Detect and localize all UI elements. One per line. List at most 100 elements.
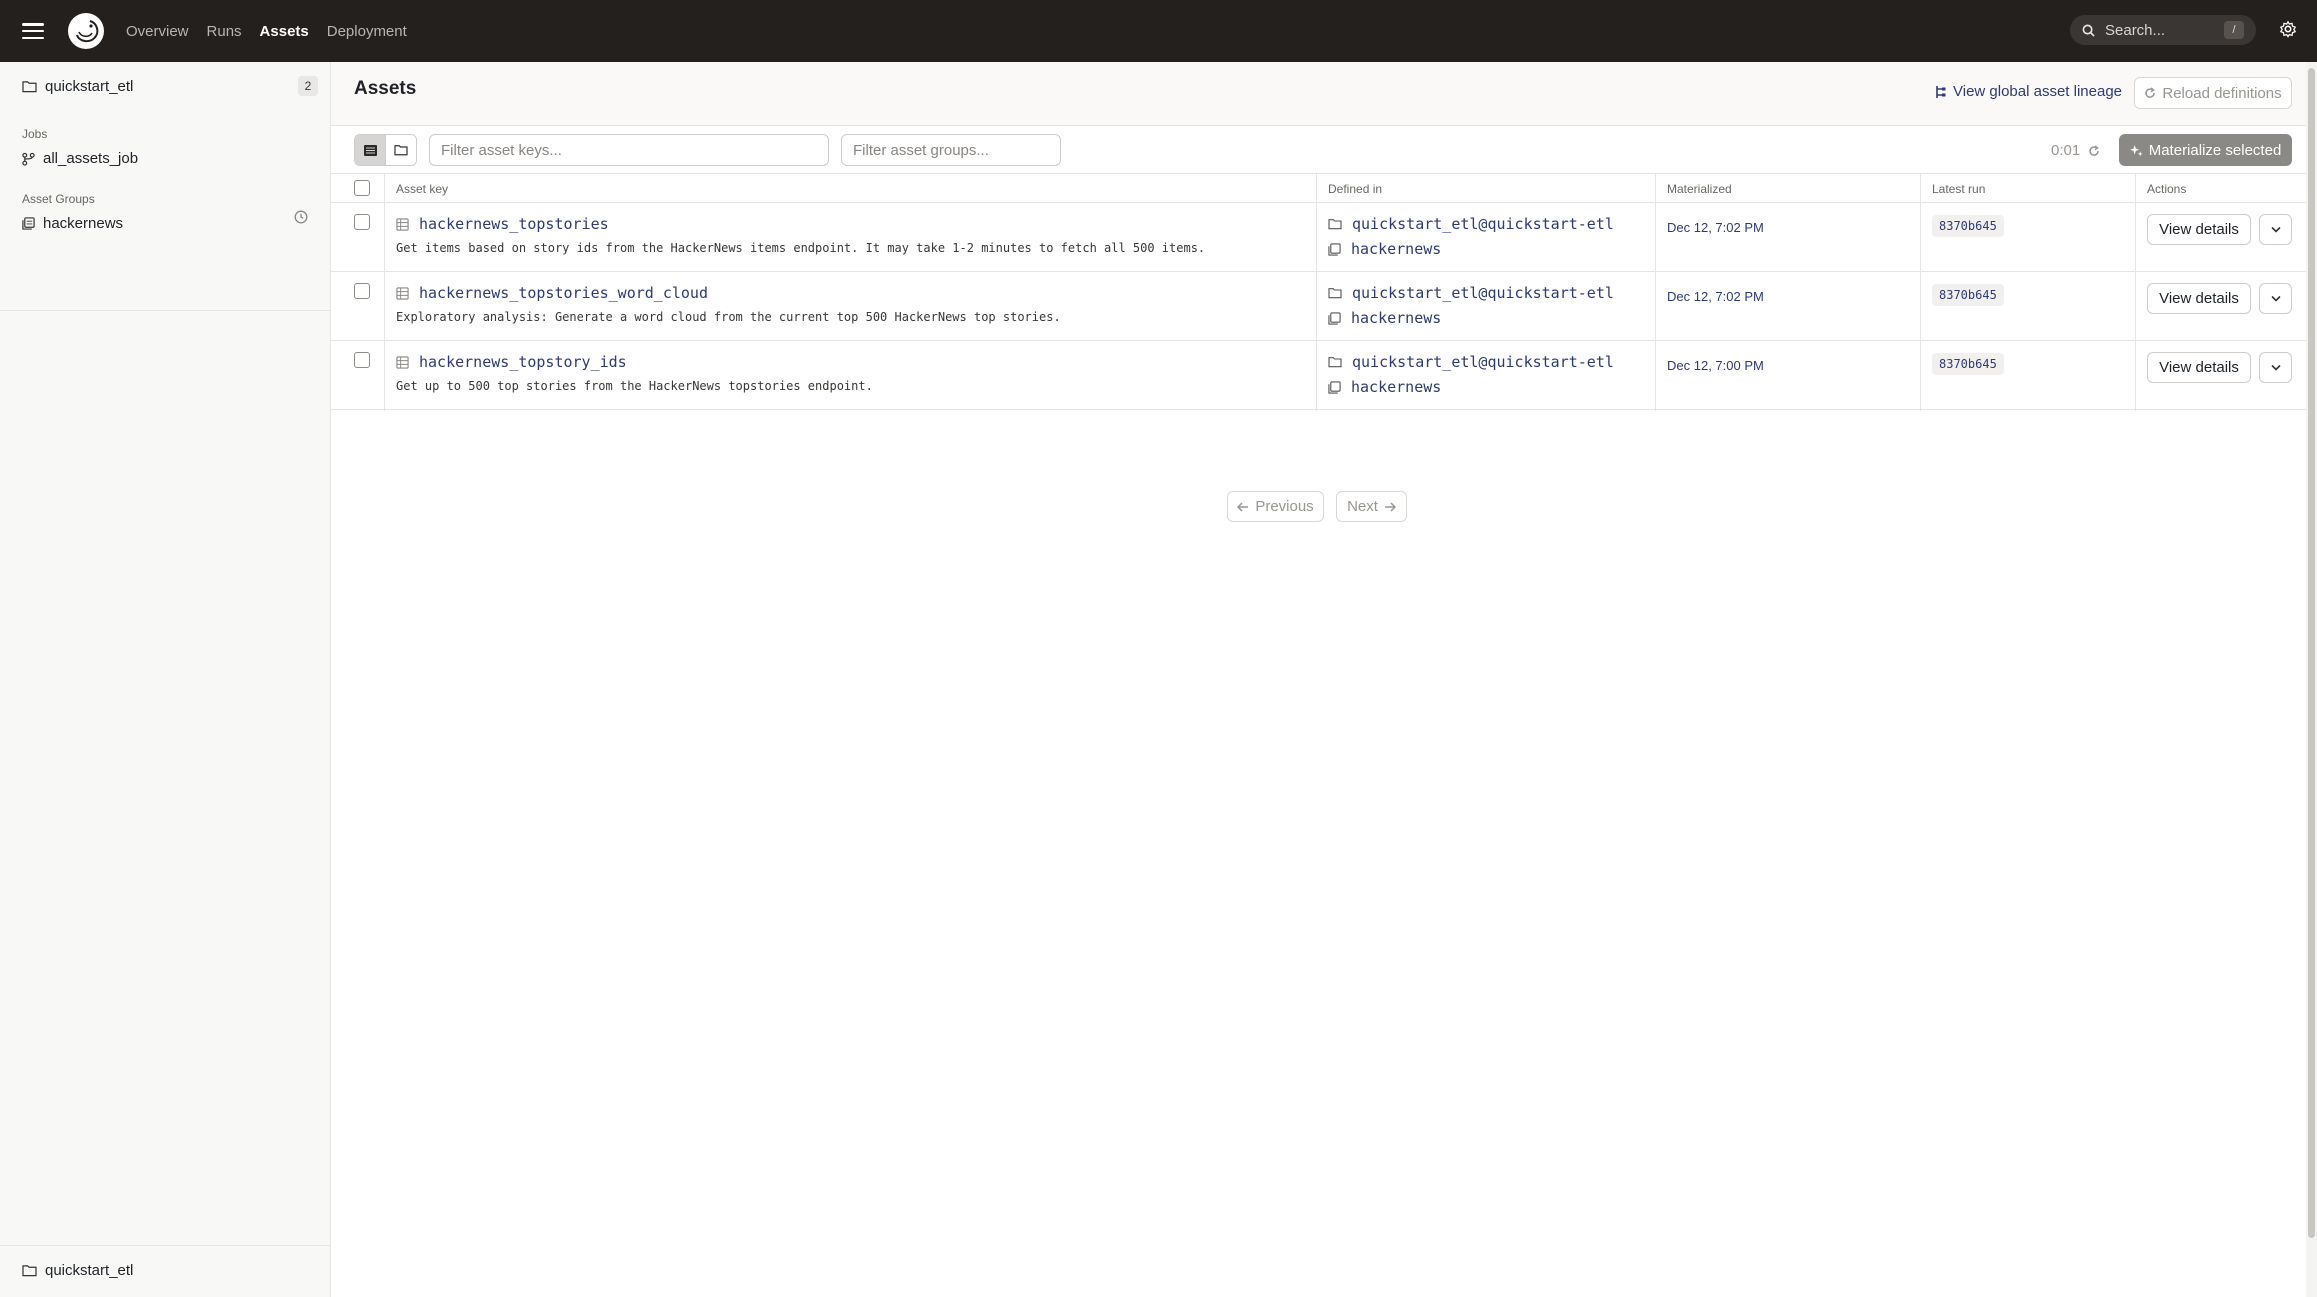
latest-run-tag[interactable]: 8370b645 [1932,353,2004,375]
nav-runs[interactable]: Runs [207,23,242,40]
table-header: Asset key Defined in Materialized Latest… [331,173,2306,203]
defined-in-group-text: hackernews [1351,240,1442,258]
sidebar-footer-repo[interactable]: quickstart_etl [22,1262,133,1279]
sidebar-item-hackernews[interactable]: hackernews [22,215,123,232]
page-scrollbar[interactable] [2306,62,2317,1297]
reload-definitions-button[interactable]: Reload definitions [2134,77,2292,109]
page-title: Assets [354,78,417,99]
row-checkbox[interactable] [354,214,370,230]
page-header: Assets View global asset lineage Reload … [331,62,2306,126]
sidebar-job-label: all_assets_job [43,150,139,167]
gear-icon[interactable] [2279,20,2297,38]
defined-in-repo-text: quickstart_etl@quickstart-etl [1352,284,1614,302]
nav-assets[interactable]: Assets [260,23,309,40]
latest-run-tag[interactable]: 8370b645 [1932,215,2004,237]
row-actions-dropdown[interactable] [2259,214,2292,245]
view-details-button[interactable]: View details [2147,214,2251,245]
asset-table-icon [396,286,409,300]
asset-group-icon [22,217,35,230]
search-icon [2082,24,2095,37]
defined-in-repo-link[interactable]: quickstart_etl@quickstart-etl [1328,284,1614,302]
materialized-timestamp[interactable]: Dec 12, 7:02 PM [1667,220,1764,235]
nav-deployment[interactable]: Deployment [327,23,407,40]
view-toggle [354,134,417,166]
asset-table-icon [396,217,409,231]
materialized-timestamp[interactable]: Dec 12, 7:00 PM [1667,358,1764,373]
view-global-lineage-link[interactable]: View global asset lineage [1935,83,2122,100]
table-row: hackernews_topstories Get items based on… [331,203,2306,272]
defined-in-group-text: hackernews [1351,309,1442,327]
folder-icon [394,145,408,156]
nav-overview[interactable]: Overview [126,23,189,40]
defined-in-repo-link[interactable]: quickstart_etl@quickstart-etl [1328,353,1614,371]
row-checkbox[interactable] [354,283,370,299]
asset-key-link[interactable]: hackernews_topstories [396,215,609,233]
row-actions-dropdown[interactable] [2259,283,2292,314]
defined-in-group-link[interactable]: hackernews [1328,240,1441,258]
materialized-timestamp[interactable]: Dec 12, 7:02 PM [1667,289,1764,304]
defined-in-group-link[interactable]: hackernews [1328,309,1441,327]
asset-toolbar: 0:01 Materialize selected [331,126,2306,173]
sidebar-repo-name: quickstart_etl [45,77,134,95]
column-asset-key: Asset key [396,182,449,196]
sidebar-repo[interactable]: quickstart_etl 2 [22,74,318,98]
latest-run-tag[interactable]: 8370b645 [1932,284,2004,306]
footer-repo-name: quickstart_etl [45,1262,134,1279]
previous-page-button[interactable]: Previous [1227,491,1324,522]
search-box[interactable]: Search... / [2070,15,2256,45]
folder-icon [1328,219,1342,230]
search-placeholder: Search... [2105,21,2166,39]
filter-asset-keys-input[interactable] [429,134,829,166]
view-details-button[interactable]: View details [2147,352,2251,383]
job-icon [22,152,35,166]
row-checkbox[interactable] [354,352,370,368]
previous-label: Previous [1255,498,1314,515]
defined-in-repo-link[interactable]: quickstart_etl@quickstart-etl [1328,215,1614,233]
column-actions: Actions [2147,182,2187,196]
folder-view-toggle[interactable] [385,135,416,165]
column-materialized: Materialized [1667,182,1732,196]
main-content: Assets View global asset lineage Reload … [331,62,2306,1297]
defined-in-repo-text: quickstart_etl@quickstart-etl [1352,215,1614,233]
asset-key-link[interactable]: hackernews_topstory_ids [396,353,627,371]
sidebar: quickstart_etl 2 Jobs all_assets_job Ass… [0,62,331,1297]
asset-description: Get items based on story ids from the Ha… [396,241,1206,255]
asset-description: Get up to 500 top stories from the Hacke… [396,379,873,393]
row-actions-dropdown[interactable] [2259,352,2292,383]
view-details-button[interactable]: View details [2147,283,2251,314]
lineage-link-label: View global asset lineage [1953,83,2123,100]
menu-icon[interactable] [22,23,44,39]
asset-description: Exploratory analysis: Generate a word cl… [396,310,1061,324]
asset-group-icon [1328,311,1341,325]
jobs-heading: Jobs [22,127,48,141]
schedule-clock-icon[interactable] [294,210,308,224]
defined-in-repo-text: quickstart_etl@quickstart-etl [1352,353,1614,371]
asset-key-text: hackernews_topstories_word_cloud [419,284,708,302]
list-view-icon [363,144,377,156]
sidebar-footer: quickstart_etl [0,1245,331,1297]
refresh-timer-value: 0:01 [2051,142,2081,159]
refresh-icon [2145,87,2156,98]
table-row: hackernews_topstories_word_cloud Explora… [331,272,2306,341]
dagster-logo[interactable] [68,13,104,49]
scrollbar-thumb[interactable] [2308,68,2315,1238]
filter-asset-groups-input[interactable] [841,134,1061,166]
next-page-button[interactable]: Next [1336,491,1407,522]
next-label: Next [1347,498,1378,515]
refresh-timer: 0:01 [2051,142,2100,159]
sidebar-group-label: hackernews [43,215,124,232]
lineage-icon [1936,85,1946,98]
sidebar-item-all-assets-job[interactable]: all_assets_job [22,150,138,167]
list-view-toggle[interactable] [355,135,385,165]
select-all-checkbox[interactable] [354,180,370,196]
asset-group-icon [1328,242,1341,256]
asset-key-link[interactable]: hackernews_topstories_word_cloud [396,284,708,302]
table-row: hackernews_topstory_ids Get up to 500 to… [331,341,2306,410]
refresh-icon[interactable] [2088,144,2100,157]
defined-in-group-text: hackernews [1351,378,1442,396]
folder-icon [1328,288,1342,299]
sparkle-icon [2129,144,2143,156]
defined-in-group-link[interactable]: hackernews [1328,378,1441,396]
repo-count-badge: 2 [298,76,318,96]
materialize-selected-button[interactable]: Materialize selected [2119,134,2292,166]
